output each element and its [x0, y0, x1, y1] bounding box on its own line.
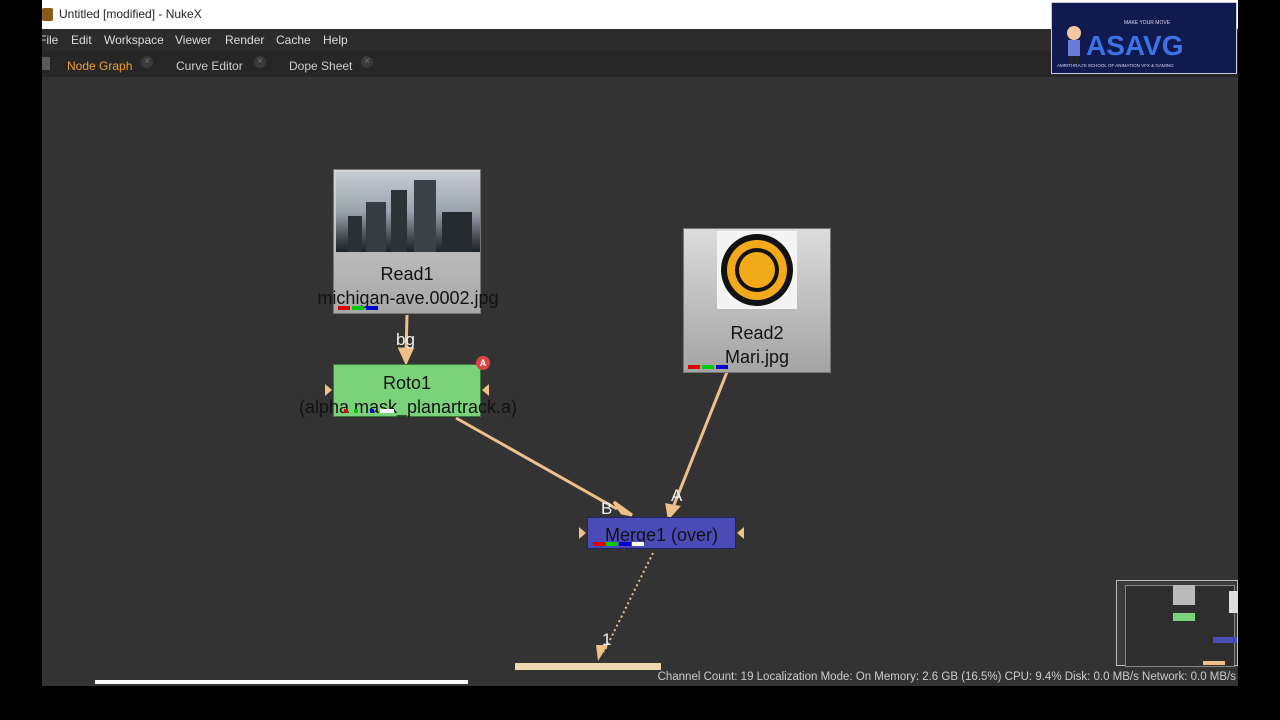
edge-label-1: 1: [602, 630, 611, 649]
channel-blue: [619, 542, 631, 546]
asavg-logo: MAKE YOUR MOVE ASAVG AMRITHRAJ'S SCHOOL …: [1051, 2, 1237, 74]
close-icon[interactable]: ×: [141, 56, 153, 68]
channel-blue: [716, 365, 728, 369]
read1-thumbnail: [336, 172, 480, 252]
channel-green: [352, 306, 364, 310]
output-arrow-icon[interactable]: [482, 384, 489, 396]
menu-edit[interactable]: Edit: [71, 33, 92, 47]
tab-node-graph[interactable]: Node Graph ×: [67, 51, 157, 77]
merge1-node[interactable]: Merge1 (over): [587, 517, 736, 549]
menu-workspace[interactable]: Workspace: [104, 33, 164, 47]
node-graph-canvas[interactable]: bg B A 1 Read1 michigan-ave.0002.jpg Rea…: [42, 77, 1238, 670]
nuke-app-icon: [42, 8, 53, 21]
navigator-read1-thumb: [1173, 585, 1195, 605]
channel-red: [344, 409, 348, 413]
menu-viewer[interactable]: Viewer: [175, 33, 211, 47]
tab-curve-editor[interactable]: Curve Editor ×: [176, 51, 276, 77]
menu-help[interactable]: Help: [323, 33, 348, 47]
channel-alpha: [380, 409, 394, 413]
menu-cache[interactable]: Cache: [276, 33, 311, 47]
tab-label: Curve Editor: [176, 59, 243, 73]
logo-tagline: MAKE YOUR MOVE: [1124, 20, 1171, 26]
edge-label-b: B: [601, 499, 612, 518]
roto1-mask-input: (alpha mask_planartrack.a): [298, 397, 518, 417]
asavg-logo-graphic: MAKE YOUR MOVE ASAVG AMRITHRAJ'S SCHOOL …: [1057, 20, 1184, 68]
window-title: Untitled [modified] - NukeX: [59, 7, 202, 21]
close-icon[interactable]: ×: [254, 56, 266, 68]
read1-file: michigan-ave.0002.jpg: [317, 288, 499, 308]
arrow-head: [397, 347, 415, 366]
read2-node[interactable]: Read2 Mari.jpg: [683, 228, 831, 373]
horizontal-scrollbar[interactable]: [95, 680, 468, 684]
edge-roto1-merge1-b[interactable]: [455, 416, 618, 511]
navigator-merge1: [1213, 637, 1237, 643]
logo-subline: AMRITHRAJ'S SCHOOL OF ANIMATION VFX & GA…: [1057, 63, 1174, 68]
read1-node[interactable]: Read1 michigan-ave.0002.jpg: [317, 169, 499, 314]
read2-name: Read2: [730, 323, 784, 343]
channel-blue: [366, 306, 378, 310]
mask-input-arrow-icon[interactable]: [325, 384, 332, 396]
menu-render[interactable]: Render: [225, 33, 264, 47]
edge-label-bg: bg: [396, 330, 415, 349]
node-connections: bg B A 1: [396, 314, 729, 661]
roto1-name: Roto1: [382, 373, 432, 393]
navigator-read2-thumb: [1229, 591, 1238, 613]
channel-blue: [370, 409, 374, 413]
tab-label: Node Graph: [67, 59, 133, 73]
navigator-roto1: [1173, 613, 1195, 621]
node-graph-navigator[interactable]: [1116, 580, 1238, 667]
arrow-head: [665, 503, 681, 521]
channel-green: [702, 365, 714, 369]
read1-name: Read1: [380, 264, 434, 284]
read2-thumbnail: [717, 231, 797, 309]
channel-alpha: [632, 542, 644, 546]
output-arrow-icon[interactable]: [737, 527, 744, 539]
viewer-connection-badge: A: [476, 356, 490, 370]
channel-green: [354, 409, 358, 413]
viewer-node-partial[interactable]: [515, 663, 661, 670]
status-text: Channel Count: 19 Localization Mode: On …: [657, 671, 1236, 683]
channel-green: [606, 542, 618, 546]
menu-file[interactable]: File: [42, 33, 58, 47]
close-icon[interactable]: ×: [361, 56, 373, 68]
mask-input-arrow-icon[interactable]: [579, 527, 586, 539]
channel-red: [338, 306, 350, 310]
channel-red: [593, 542, 605, 546]
navigator-viewer: [1203, 661, 1225, 665]
tab-label: Dope Sheet: [289, 59, 353, 73]
logo-brand: ASAVG: [1086, 30, 1184, 61]
panel-drag-handle[interactable]: [42, 57, 50, 70]
channel-red: [688, 365, 700, 369]
edge-label-a: A: [671, 486, 683, 505]
nukex-window: Untitled [modified] - NukeX File Edit Wo…: [42, 0, 1238, 686]
tab-dope-sheet[interactable]: Dope Sheet ×: [289, 51, 379, 77]
roto1-node[interactable]: Roto1 (alpha mask_planartrack.a) A: [299, 356, 517, 417]
